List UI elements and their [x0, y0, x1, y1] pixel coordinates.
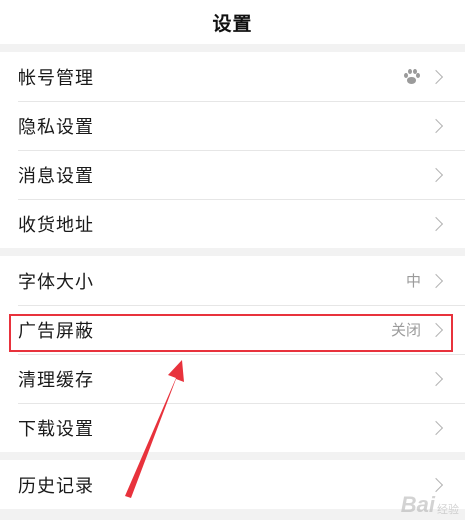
settings-item-shipping-address[interactable]: 收货地址 — [0, 199, 465, 248]
settings-item-label: 字体大小 — [18, 271, 94, 293]
settings-item-label: 广告屏蔽 — [18, 320, 94, 342]
settings-item-label: 消息设置 — [18, 165, 94, 187]
chevron-right-icon — [428, 216, 444, 231]
settings-item-label: 下载设置 — [18, 418, 94, 440]
paw-icon — [403, 68, 420, 85]
settings-item-font-size[interactable]: 字体大小 中 — [0, 256, 465, 305]
settings-group-history: 历史记录 — [0, 460, 465, 509]
settings-item-value: 关闭 — [390, 321, 421, 339]
page-title: 设置 — [212, 12, 253, 35]
settings-item-label: 清理缓存 — [18, 369, 94, 391]
settings-item-label: 历史记录 — [18, 475, 94, 497]
chevron-right-icon — [428, 477, 444, 492]
settings-screen: 设置 帐号管理 隐私设置 消息设置 收货地址 字体大小 中 广告屏蔽 关闭 清理… — [0, 0, 465, 520]
settings-item-label: 收货地址 — [18, 214, 94, 236]
group-gap — [0, 248, 465, 256]
settings-item-messages[interactable]: 消息设置 — [0, 150, 465, 199]
chevron-right-icon — [428, 273, 444, 288]
header-bar: 设置 — [0, 0, 465, 44]
chevron-right-icon — [428, 420, 444, 435]
chevron-right-icon — [428, 69, 444, 84]
chevron-right-icon — [428, 167, 444, 182]
settings-item-download[interactable]: 下载设置 — [0, 403, 465, 452]
group-gap — [0, 452, 465, 460]
settings-item-account-management[interactable]: 帐号管理 — [0, 52, 465, 101]
settings-item-label: 隐私设置 — [18, 116, 94, 138]
group-gap — [0, 44, 465, 52]
settings-group-account: 帐号管理 隐私设置 消息设置 收货地址 — [0, 52, 465, 248]
chevron-right-icon — [428, 322, 444, 337]
settings-item-label: 帐号管理 — [18, 67, 94, 89]
chevron-right-icon — [428, 371, 444, 386]
settings-item-clear-cache[interactable]: 清理缓存 — [0, 354, 465, 403]
settings-item-value: 中 — [405, 272, 421, 290]
settings-item-ad-block[interactable]: 广告屏蔽 关闭 — [0, 305, 465, 354]
settings-item-history[interactable]: 历史记录 — [0, 460, 465, 509]
chevron-right-icon — [428, 118, 444, 133]
settings-group-general: 字体大小 中 广告屏蔽 关闭 清理缓存 下载设置 — [0, 256, 465, 452]
settings-item-privacy[interactable]: 隐私设置 — [0, 101, 465, 150]
